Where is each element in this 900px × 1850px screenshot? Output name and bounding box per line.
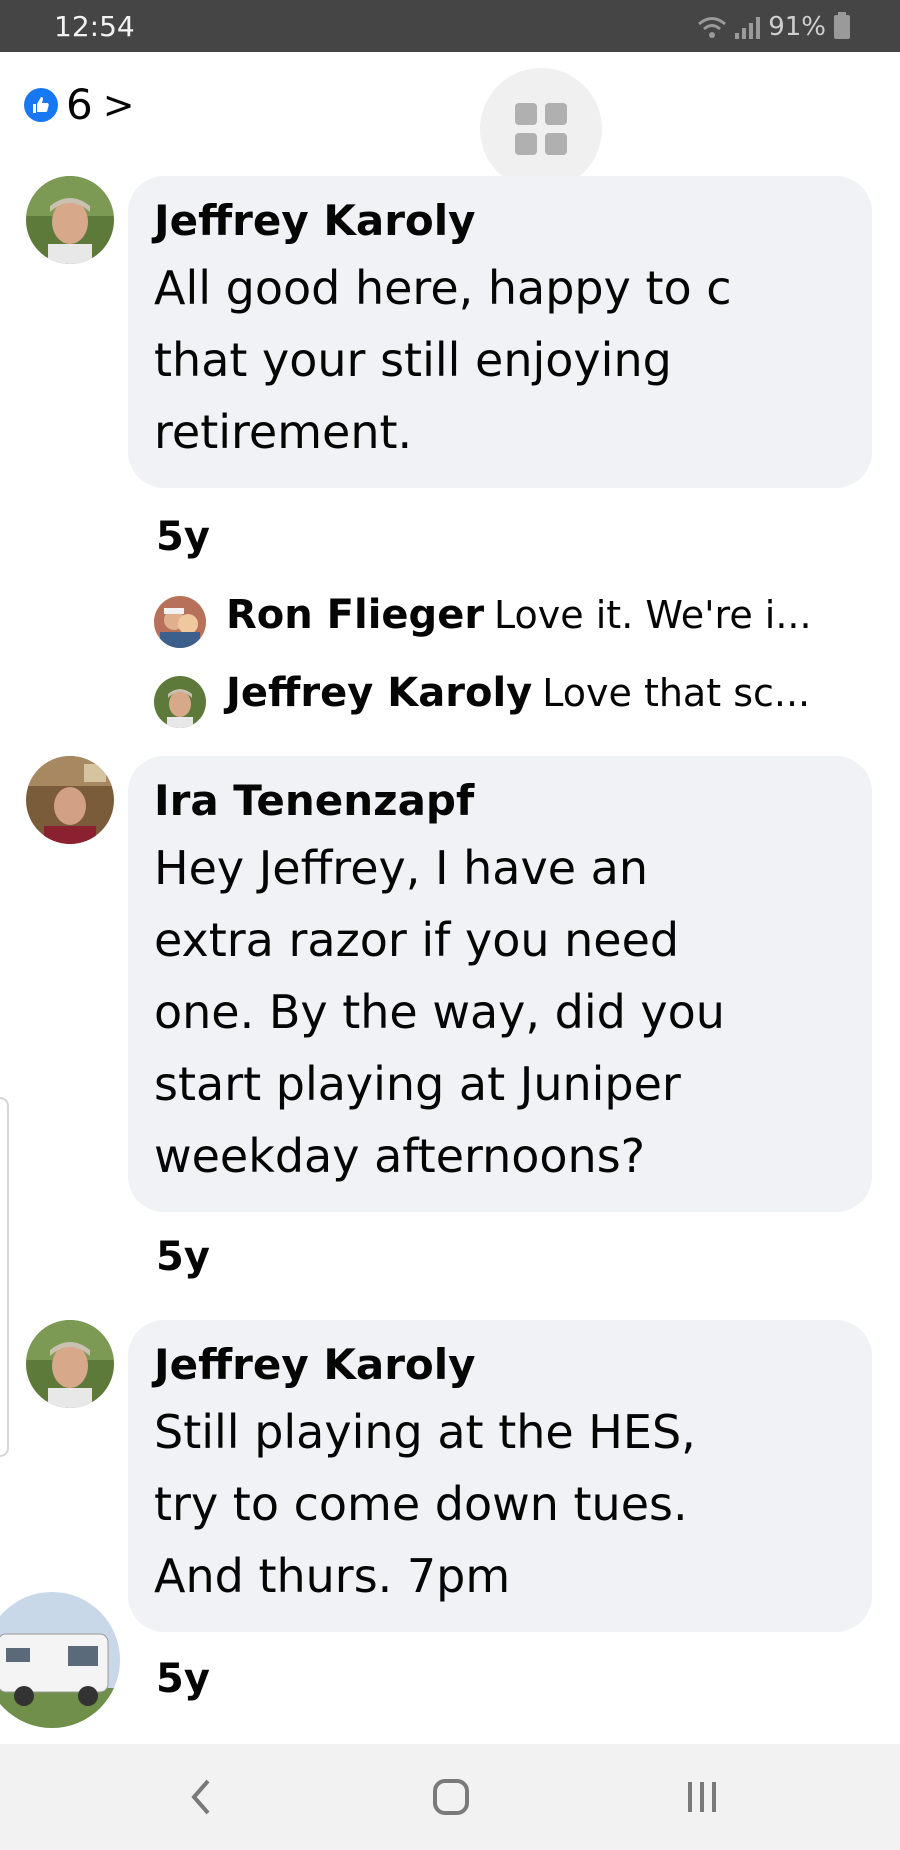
reply-author: Jeffrey Karoly (226, 670, 533, 716)
avatar-rv[interactable] (0, 1592, 120, 1728)
comment-bubble[interactable]: Jeffrey Karoly All good here, happy to c… (128, 176, 872, 488)
comment-text: All good here, happy to c that your stil… (154, 261, 732, 459)
home-square-icon (433, 1779, 469, 1815)
like-icon (24, 87, 58, 122)
home-button[interactable] (430, 1772, 472, 1822)
wifi-icon (697, 15, 727, 39)
back-button[interactable] (180, 1772, 220, 1822)
comment-author[interactable]: Jeffrey Karoly (154, 194, 848, 248)
recents-bars-icon (688, 1782, 716, 1812)
comment-time[interactable]: 5y (156, 1656, 210, 1702)
reply-author: Ron Flieger (226, 592, 485, 638)
status-time: 12:54 (54, 10, 135, 43)
battery-percent: 91% (768, 12, 826, 42)
chevron-left-icon (191, 1779, 210, 1815)
comment-text: Still playing at the HES, try to come do… (154, 1405, 696, 1603)
comment-text: Hey Jeffrey, I have an extra razor if yo… (154, 841, 725, 1183)
signal-icon (735, 15, 761, 39)
avatar-ira-tenenzapf[interactable] (26, 756, 114, 844)
reactions-summary[interactable]: 6 > (24, 80, 135, 129)
reply-preview[interactable]: Ron Flieger Love it. We're i... (154, 592, 876, 638)
battery-icon (834, 12, 850, 39)
comment-time[interactable]: 5y (156, 1234, 210, 1280)
reaction-count: 6 (66, 80, 93, 129)
comment-author[interactable]: Jeffrey Karoly (154, 1338, 848, 1392)
reply-text: Love it. We're i... (494, 593, 812, 637)
avatar-jeffrey-karoly[interactable] (26, 176, 114, 264)
status-icons: 91% (697, 12, 850, 42)
chevron-right-icon: > (102, 82, 135, 127)
navigation-bar (0, 1744, 900, 1850)
reply-preview[interactable]: Jeffrey Karoly Love that sc... (154, 670, 876, 716)
comment-author[interactable]: Ira Tenenzapf (154, 774, 848, 828)
comments-page: 6 > Jeffrey Karoly All good here, happy … (0, 52, 900, 1744)
status-bar: 12:54 91% (0, 0, 900, 52)
edge-panel-handle[interactable] (0, 1097, 9, 1457)
comment-time[interactable]: 5y (156, 514, 210, 560)
grid-icon (515, 103, 567, 155)
avatar-jeffrey-karoly[interactable] (26, 1320, 114, 1408)
recents-button[interactable] (680, 1772, 724, 1822)
reply-text: Love that sc... (542, 671, 811, 715)
comment-bubble[interactable]: Jeffrey Karoly Still playing at the HES,… (128, 1320, 872, 1632)
grid-menu-button[interactable] (480, 68, 602, 190)
comment-bubble[interactable]: Ira Tenenzapf Hey Jeffrey, I have an ext… (128, 756, 872, 1212)
